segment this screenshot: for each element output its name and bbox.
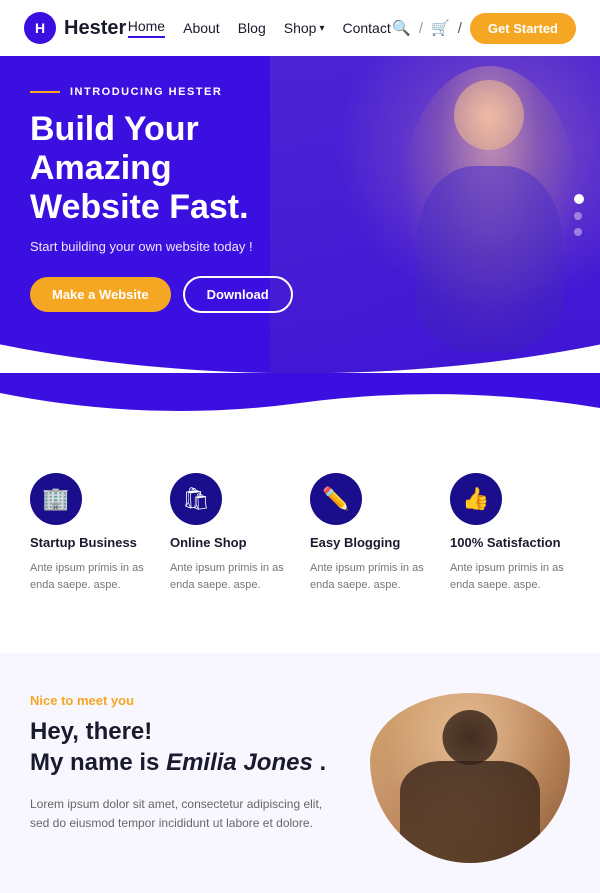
main-nav: Home About Blog Shop Contact: [128, 18, 391, 38]
nav-divider: /: [458, 20, 462, 37]
header: H Hester Home About Blog Shop Contact 🔍 …: [0, 0, 600, 56]
feature-blog: ✏️ Easy Blogging Ante ipsum primis in as…: [310, 473, 430, 593]
feature-satisfaction-title: 100% Satisfaction: [450, 535, 570, 550]
nav-item-shop[interactable]: Shop: [284, 20, 325, 36]
intro-name-italic: Emilia Jones: [166, 749, 313, 776]
intro-desc: Lorem ipsum dolor sit amet, consectetur …: [30, 795, 340, 833]
feature-satisfaction: 👍 100% Satisfaction Ante ipsum primis in…: [450, 473, 570, 593]
feature-shop: 🛍 Online Shop Ante ipsum primis in as en…: [170, 473, 290, 593]
search-icon[interactable]: 🔍: [392, 19, 411, 37]
nav-item-blog[interactable]: Blog: [238, 20, 266, 36]
nav-item-contact[interactable]: Contact: [342, 20, 390, 36]
cart-icon[interactable]: 🛒: [431, 19, 450, 37]
download-button[interactable]: Download: [183, 276, 293, 313]
nav-separator: /: [419, 20, 423, 37]
logo: H Hester: [24, 12, 126, 44]
hero-eyebrow-line: [30, 91, 60, 93]
get-started-button[interactable]: Get Started: [470, 13, 576, 44]
features-section: 🏢 Startup Business Ante ipsum primis in …: [0, 423, 600, 633]
hero-dot-3[interactable]: [574, 228, 582, 236]
feature-blog-desc: Ante ipsum primis in as enda saepe. aspe…: [310, 560, 430, 593]
intro-section: Nice to meet you Hey, there! My name is …: [0, 653, 600, 893]
feature-blog-title: Easy Blogging: [310, 535, 430, 550]
intro-title-period: .: [313, 749, 326, 776]
intro-eyebrow: Nice to meet you: [30, 693, 340, 708]
hero-eyebrow: INTRODUCING HESTER: [30, 86, 327, 98]
feature-shop-desc: Ante ipsum primis in as enda saepe. aspe…: [170, 560, 290, 593]
intro-title-suffix: My name is: [30, 749, 166, 776]
feature-blog-icon: ✏️: [310, 473, 362, 525]
hero-dot-2[interactable]: [574, 212, 582, 220]
feature-shop-icon: 🛍: [170, 473, 222, 525]
make-website-button[interactable]: Make a Website: [30, 277, 171, 312]
hero-eyebrow-text: INTRODUCING HESTER: [70, 86, 222, 98]
hero-content: INTRODUCING HESTER Build Your Amazing We…: [30, 86, 327, 313]
hero-title: Build Your Amazing Website Fast.: [30, 110, 327, 227]
hero-dot-1[interactable]: [574, 194, 584, 204]
intro-content: Nice to meet you Hey, there! My name is …: [30, 693, 340, 833]
hero-subtitle: Start building your own website today !: [30, 239, 327, 254]
logo-icon: H: [24, 12, 56, 44]
intro-person-image: [370, 693, 570, 863]
feature-satisfaction-desc: Ante ipsum primis in as enda saepe. aspe…: [450, 560, 570, 593]
hero-slider-dots: [574, 194, 584, 236]
nav-item-about[interactable]: About: [183, 20, 220, 36]
brand-name: Hester: [64, 17, 126, 40]
feature-startup-desc: Ante ipsum primis in as enda saepe. aspe…: [30, 560, 150, 593]
feature-startup-title: Startup Business: [30, 535, 150, 550]
feature-startup: 🏢 Startup Business Ante ipsum primis in …: [30, 473, 150, 593]
hero-section: INTRODUCING HESTER Build Your Amazing We…: [0, 56, 600, 373]
nav-utilities: 🔍 / 🛒 / Get Started: [392, 13, 576, 44]
nav-item-home[interactable]: Home: [128, 18, 165, 38]
intro-image-overlay: [370, 693, 570, 863]
feature-satisfaction-icon: 👍: [450, 473, 502, 525]
feature-shop-title: Online Shop: [170, 535, 290, 550]
feature-startup-icon: 🏢: [30, 473, 82, 525]
hero-buttons: Make a Website Download: [30, 276, 327, 313]
intro-title: Hey, there! My name is Emilia Jones .: [30, 716, 340, 778]
